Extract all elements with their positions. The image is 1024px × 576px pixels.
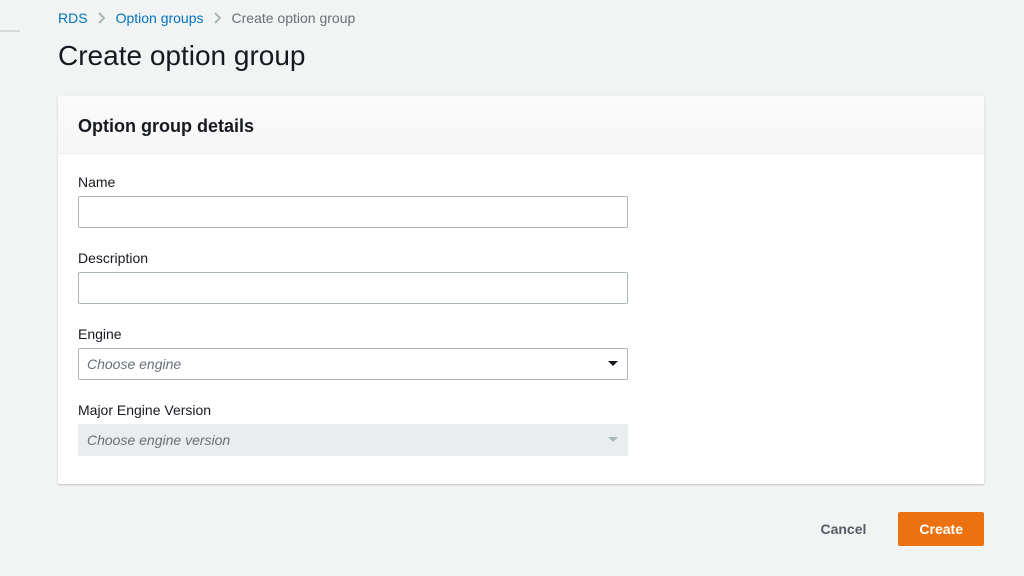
major-engine-version-select: Choose engine version bbox=[78, 424, 628, 456]
description-field: Description bbox=[78, 250, 964, 304]
breadcrumb-option-groups-link[interactable]: Option groups bbox=[116, 10, 204, 26]
major-engine-version-placeholder: Choose engine version bbox=[87, 432, 230, 448]
engine-field: Engine Choose engine bbox=[78, 326, 964, 380]
panel-body: Name Description Engine Choose engine bbox=[58, 154, 984, 484]
name-input[interactable] bbox=[78, 196, 628, 228]
caret-down-icon bbox=[607, 436, 619, 444]
description-input[interactable] bbox=[78, 272, 628, 304]
cancel-button[interactable]: Cancel bbox=[800, 512, 886, 546]
page-title: Create option group bbox=[58, 40, 984, 72]
engine-select[interactable]: Choose engine bbox=[78, 348, 628, 380]
major-engine-version-field: Major Engine Version Choose engine versi… bbox=[78, 402, 964, 456]
chevron-right-icon bbox=[214, 12, 222, 24]
description-label: Description bbox=[78, 250, 964, 266]
create-button[interactable]: Create bbox=[898, 512, 984, 546]
breadcrumb: RDS Option groups Create option group bbox=[58, 0, 984, 40]
left-rail-stub bbox=[0, 30, 20, 50]
name-label: Name bbox=[78, 174, 964, 190]
option-group-details-panel: Option group details Name Description En… bbox=[58, 96, 984, 484]
breadcrumb-rds-link[interactable]: RDS bbox=[58, 10, 88, 26]
name-field: Name bbox=[78, 174, 964, 228]
action-row: Cancel Create bbox=[58, 504, 984, 546]
chevron-right-icon bbox=[98, 12, 106, 24]
caret-down-icon bbox=[607, 360, 619, 368]
engine-select-placeholder: Choose engine bbox=[87, 356, 181, 372]
breadcrumb-current: Create option group bbox=[232, 10, 356, 26]
major-engine-version-label: Major Engine Version bbox=[78, 402, 964, 418]
panel-header-title: Option group details bbox=[78, 116, 964, 137]
panel-header: Option group details bbox=[58, 96, 984, 154]
engine-label: Engine bbox=[78, 326, 964, 342]
